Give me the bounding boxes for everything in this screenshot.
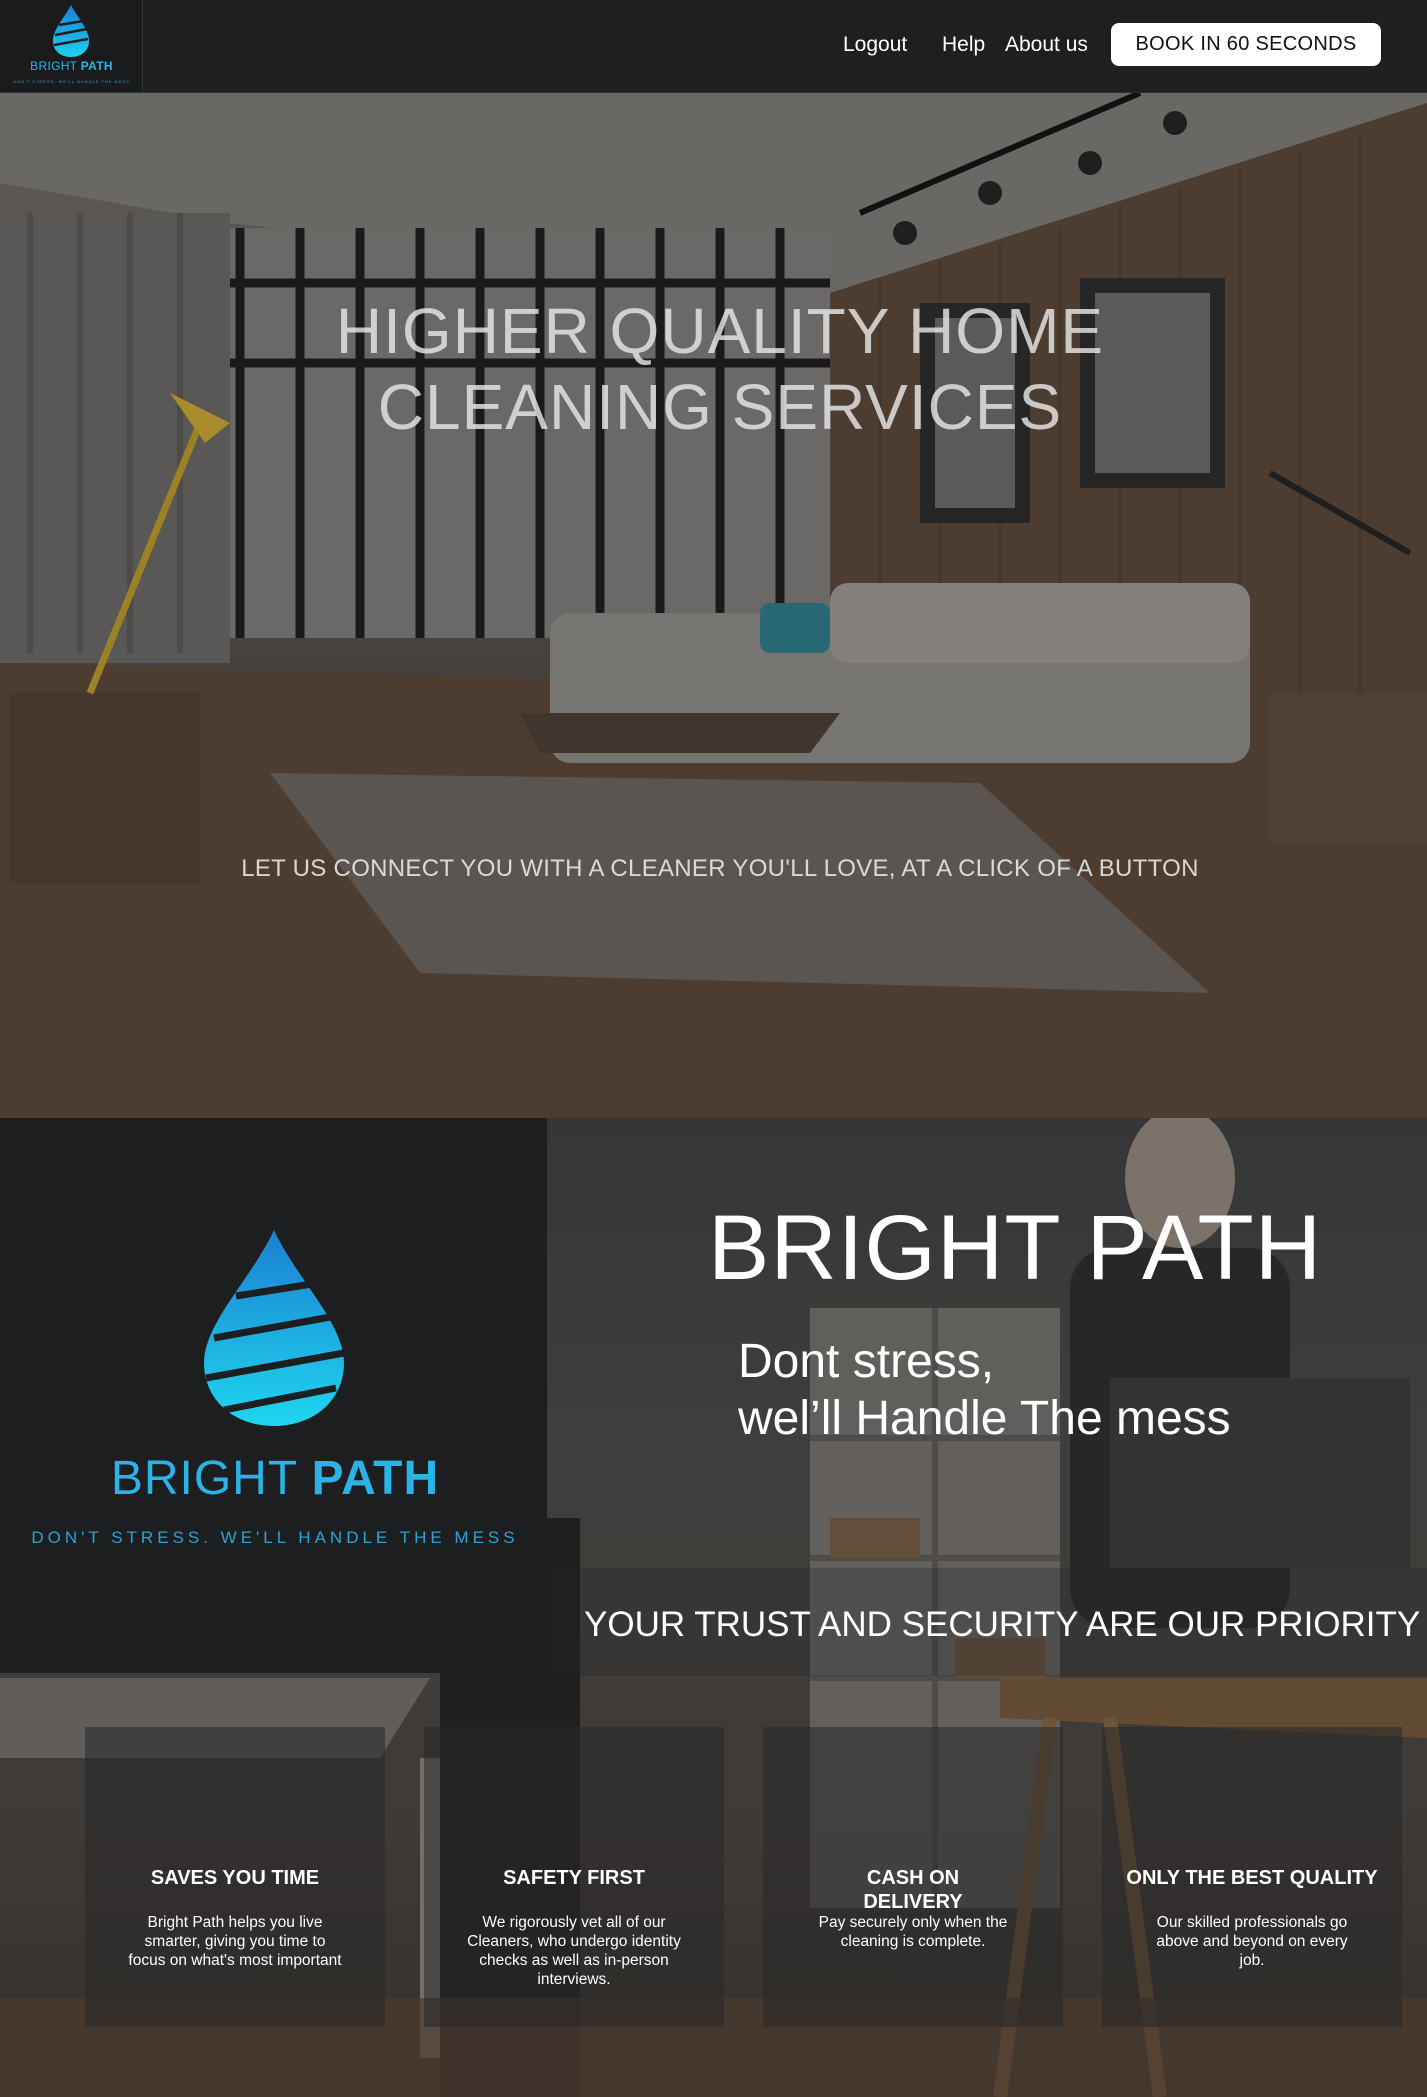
about-section: BRIGHT PATH DON'T STRESS. WE'LL HANDLE T…	[0, 1118, 1427, 2097]
feature-text: Pay securely only when the cleaning is c…	[818, 1914, 1008, 1950]
hero-title: HIGHER QUALITY HOME CLEANING SERVICES	[335, 295, 1105, 443]
feature-text: We rigorously vet all of our Cleaners, w…	[467, 1914, 681, 1988]
feature-card-best-quality: ONLY THE BEST QUALITY Our skilled profes…	[1102, 1727, 1402, 2027]
nav-logo[interactable]: BRIGHT PATH DON'T STRESS. WE'LL HANDLE T…	[0, 0, 143, 93]
feature-card-cash-on-delivery: CASH ON DELIVERY Pay securely only when …	[763, 1727, 1063, 2027]
hero-section: HIGHER QUALITY HOME CLEANING SERVICES LE…	[0, 93, 1427, 1118]
nav-brand-tagline: DON'T STRESS. WE'LL HANDLE THE MESS	[13, 79, 130, 84]
about-title: BRIGHT PATH	[708, 1197, 1323, 1299]
feature-title: SAFETY FIRST	[503, 1867, 645, 1889]
nav-link-help[interactable]: Help	[942, 33, 985, 57]
feature-text: Our skilled professionals go above and b…	[1156, 1914, 1348, 1969]
brand-logo-panel: BRIGHT PATH DON'T STRESS. WE'LL HANDLE T…	[0, 1118, 547, 1673]
water-drop-logo-icon	[204, 1230, 345, 1426]
trust-banner: YOUR TRUST AND SECURITY ARE OUR PRIORITY	[584, 1605, 1421, 1644]
feature-card-safety-first: SAFETY FIRST We rigorously vet all of ou…	[424, 1727, 724, 2027]
feature-text: Bright Path helps you live smarter, givi…	[128, 1914, 342, 1969]
brand-name: BRIGHT PATH	[110, 1452, 440, 1505]
hero-subtitle: LET US CONNECT YOU WITH A CLEANER YOU'LL…	[241, 855, 1199, 882]
brand-tagline: DON'T STRESS. WE'LL HANDLE THE MESS	[31, 1528, 519, 1547]
feature-title: SAVES YOU TIME	[150, 1867, 320, 1889]
book-now-button[interactable]: BOOK IN 60 SECONDS	[1111, 23, 1381, 66]
about-subtitle: Dont stress, wel’ll Handle The mess	[738, 1335, 1231, 1445]
feature-title: CASH ON DELIVERY	[863, 1867, 963, 1913]
top-nav: BRIGHT PATH DON'T STRESS. WE'LL HANDLE T…	[0, 0, 1427, 93]
nav-link-about-us[interactable]: About us	[1005, 33, 1088, 57]
feature-title: ONLY THE BEST QUALITY	[1126, 1867, 1378, 1889]
water-drop-icon	[53, 5, 89, 57]
nav-brand-name: BRIGHT PATH	[30, 59, 113, 73]
feature-card-saves-time: SAVES YOU TIME Bright Path helps you liv…	[85, 1727, 385, 2027]
nav-link-logout[interactable]: Logout	[843, 33, 907, 57]
